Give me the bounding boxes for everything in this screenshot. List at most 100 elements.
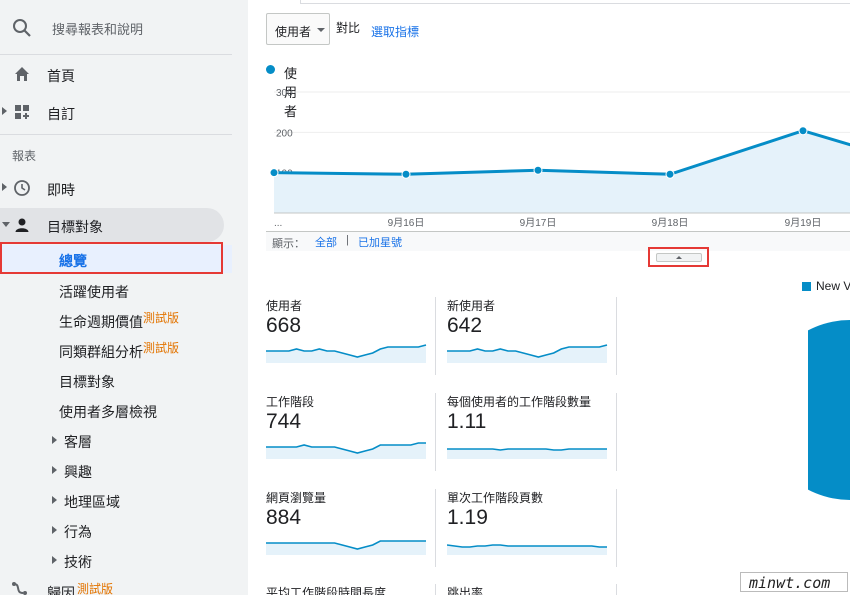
legend-dot-icon [266,65,275,74]
card-divider [435,297,436,375]
metric-value: 1.19 [447,506,488,529]
nav-behavior[interactable]: 行為 [0,516,232,544]
y-tick-label: 300 [276,88,293,99]
search-placeholder: 搜尋報表和說明 [52,22,144,37]
beta-badge: 測試版 [143,341,180,355]
sparkline [447,344,608,363]
search-icon [12,18,32,43]
show-all-link[interactable]: 全部 [315,234,337,250]
highlight-box [0,242,223,274]
show-starred-link[interactable]: 已加星號 [358,234,402,250]
data-point [533,165,543,175]
data-point [798,126,808,136]
nav-attribution[interactable]: 歸因 測試版 [0,578,232,595]
nav-active-users[interactable]: 活躍使用者 [0,276,232,304]
metric-card-pages-per-session[interactable]: 單次工作階段頁數 1.19 [447,489,617,585]
nav-audiences[interactable]: 目標對象 [0,366,232,394]
nav-demographics[interactable]: 客層 [0,426,232,454]
x-tick-label: 9月16日 [388,217,425,229]
nav-cohort-analysis[interactable]: 同類群組分析測試版 [0,336,232,364]
pie-legend-label: New V [816,279,850,293]
dashboard-plus-icon [13,103,31,121]
metric-card-sessions[interactable]: 工作階段 744 [266,393,436,489]
nav-technology[interactable]: 技術 [0,546,232,574]
legend-swatch-icon [802,282,811,291]
nav-cohort-analysis-label: 同類群組分析 [59,344,143,360]
metric-value: 642 [447,314,483,337]
person-icon [13,216,31,234]
users-line-chart: 100200300...9月16日9月17日9月18日9月19日 [269,88,850,229]
nav-custom-label: 自訂 [47,106,75,122]
metric-select-value: 使用者 [275,25,312,39]
metric-select[interactable]: 使用者 [266,13,330,45]
sparkline [266,540,426,555]
metric-card-sessions-per-user[interactable]: 每個使用者的工作階段數量 1.11 [447,393,617,489]
metric-title: 使用者 [266,299,303,313]
nav-home-label: 首頁 [47,68,75,84]
nav-lifetime-value-label: 生命週期價值 [59,314,143,330]
chevron-down-icon [317,28,325,32]
nav-user-explorer[interactable]: 使用者多層檢視 [0,396,232,424]
nav-user-explorer-label: 使用者多層檢視 [59,404,157,420]
x-tick-label: 9月18日 [652,217,689,229]
nav-geo[interactable]: 地理區域 [0,486,232,514]
metric-title: 網頁瀏覽量 [266,491,327,505]
choose-metric-link[interactable]: 選取指標 [371,23,419,40]
chevron-up-icon [676,256,682,259]
highlight-box [648,247,709,267]
metric-value: 744 [266,410,302,433]
expand-arrow-icon [52,466,57,474]
expand-arrow-icon [2,183,7,191]
collapse-chart-button[interactable] [656,253,702,262]
x-tick-label: 9月19日 [785,217,822,229]
metric-title: 平均工作階段時間長度 [266,586,387,595]
expand-arrow-icon [52,436,57,444]
sidebar: 搜尋報表和說明 首頁 自訂 報表 即時 目標對象 總覽 活躍使用者 生命週期價值… [0,0,248,595]
expand-arrow-icon [52,526,57,534]
divider [0,54,232,55]
card-divider [435,489,436,567]
metric-card-users[interactable]: 使用者 668 [266,297,436,393]
nav-realtime[interactable]: 即時 [0,171,232,205]
nav-interests[interactable]: 興趣 [0,456,232,484]
sparkline [266,344,427,363]
data-point [401,169,411,179]
home-icon [13,65,31,83]
metric-title: 每個使用者的工作階段數量 [447,395,592,409]
watermark: minwt.com [740,572,848,592]
nav-custom[interactable]: 自訂 [0,95,232,129]
card-divider [435,584,436,595]
metric-card-avg-session-duration[interactable]: 平均工作階段時間長度 [266,584,436,595]
nav-lifetime-value[interactable]: 生命週期價值測試版 [0,306,232,334]
divider [0,134,232,135]
nav-realtime-label: 即時 [47,182,75,198]
nav-interests-label: 興趣 [64,464,92,480]
show-label: 顯示： [272,238,305,250]
metric-value: 668 [266,314,302,337]
card-divider [616,584,617,595]
clock-icon [13,179,31,197]
nav-technology-label: 技術 [64,554,92,570]
pie-slice [808,320,850,500]
nav-audiences-label: 目標對象 [59,374,115,390]
nav-home[interactable]: 首頁 [0,57,232,91]
metric-title: 單次工作階段頁數 [447,491,544,505]
metric-card-pageviews[interactable]: 網頁瀏覽量 884 [266,489,436,585]
card-divider [616,393,617,471]
metric-title: 跳出率 [447,586,484,595]
nav-behavior-label: 行為 [64,524,92,540]
footer-separator: | [346,234,349,246]
metric-title: 新使用者 [447,299,496,313]
nav-geo-label: 地理區域 [64,494,120,510]
x-tick-label: ... [274,218,282,229]
nav-audience[interactable]: 目標對象 [0,208,224,242]
beta-badge: 測試版 [77,582,114,595]
card-divider [616,489,617,567]
watermark-text: minwt.com [749,574,831,592]
metric-card-new-users[interactable]: 新使用者 642 [447,297,617,393]
report-search[interactable]: 搜尋報表和說明 [0,8,232,46]
beta-badge: 測試版 [143,311,180,325]
new-vs-returning-pie [808,320,850,500]
metric-title: 工作階段 [266,395,315,409]
metric-card-bounce-rate[interactable]: 跳出率 [447,584,617,595]
